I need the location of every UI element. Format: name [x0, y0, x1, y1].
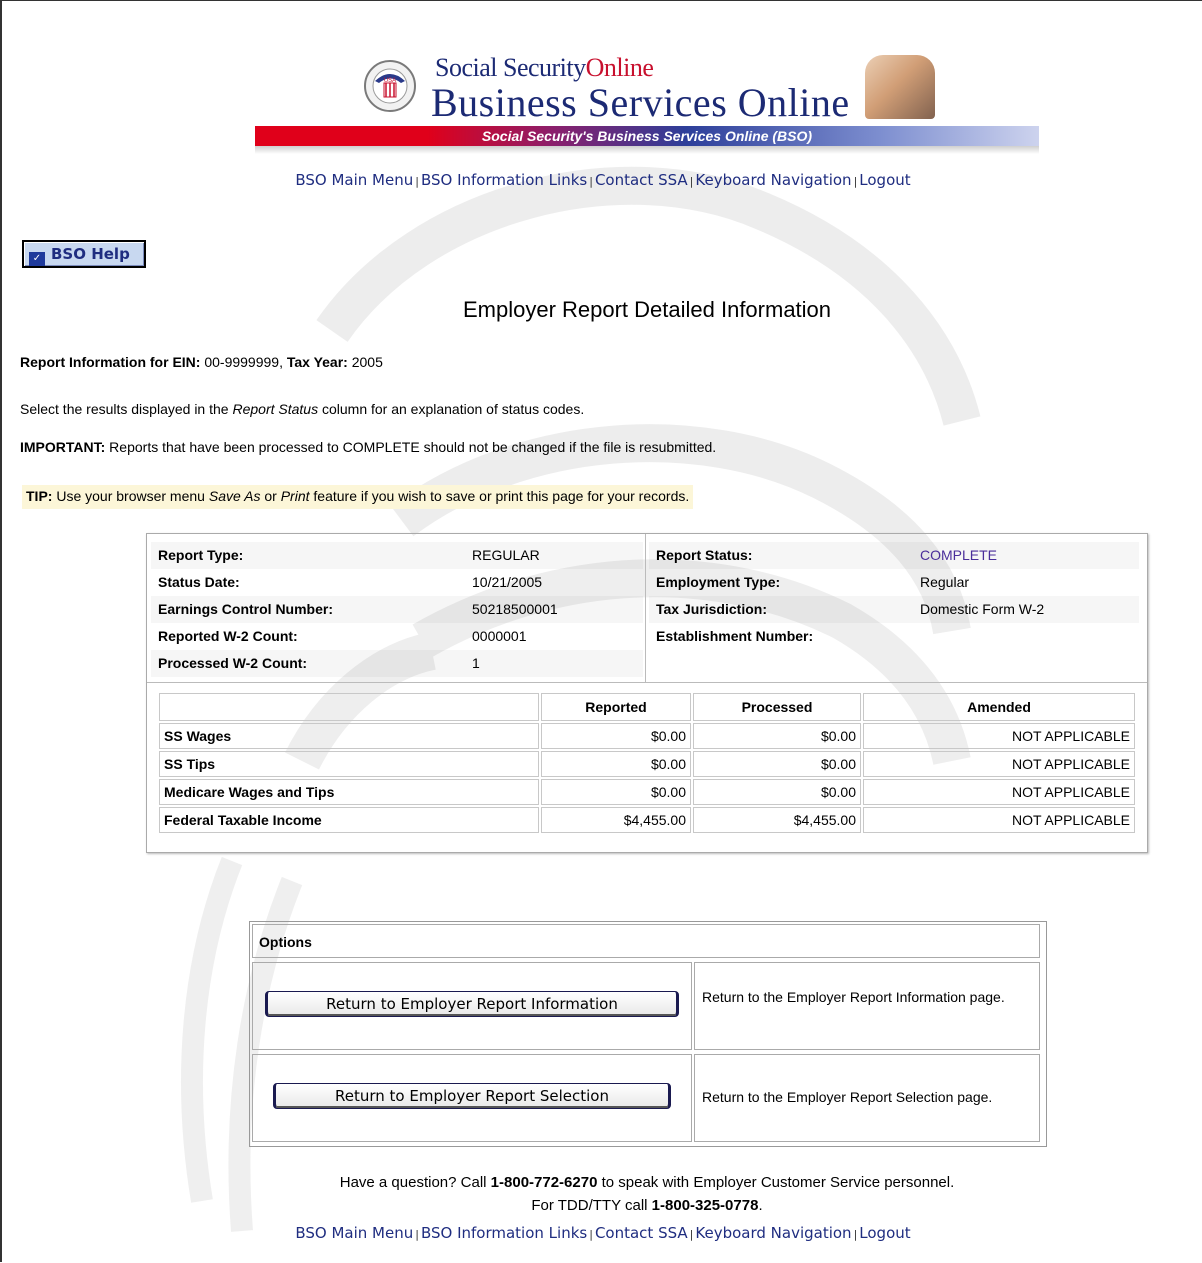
tip-notice: TIP: Use your browser menu Save As or Pr… [22, 485, 694, 509]
report-status-link[interactable]: COMPLETE [920, 542, 997, 569]
nav-logout[interactable]: Logout [859, 1224, 910, 1242]
nav-keyboard-navigation[interactable]: Keyboard Navigation [695, 171, 851, 189]
table-row: SS Wages $0.00 $0.00 NOT APPLICABLE [159, 723, 1135, 749]
return-to-report-selection-button[interactable]: Return to Employer Report Selection [273, 1083, 671, 1109]
table-header-row: Reported Processed Amended [159, 693, 1135, 721]
status-explanation-text: Select the results displayed in the Repo… [20, 401, 585, 417]
options-title: Options [252, 924, 1040, 958]
bottom-nav: BSO Main Menu | BSO Information Links | Cont… [295, 1224, 911, 1242]
customer-service-line: Have a question? Call 1-800-772-6270 to … [339, 1174, 955, 1191]
detail-row: Earnings Control Number: 50218500001 [151, 596, 643, 623]
option-description: Return to the Employer Report Informatio… [694, 962, 1040, 1050]
nav-bso-information-links[interactable]: BSO Information Links [421, 1224, 587, 1242]
tdd-line: For TDD/TTY call 1-800-325-0778. [531, 1197, 763, 1214]
table-row: Medicare Wages and Tips $0.00 $0.00 NOT … [159, 779, 1135, 805]
help-checkbox-icon: ✓ [29, 252, 45, 266]
report-info-line: Report Information for EIN: 00-9999999, … [20, 354, 383, 370]
detail-row: Report Status: COMPLETE [649, 542, 1139, 569]
col-amended: Amended [863, 693, 1135, 721]
detail-row: Processed W-2 Count: 1 [151, 650, 643, 677]
brand-business-services-online: Business Services Online [431, 80, 850, 125]
detail-row: Report Type: REGULAR [151, 542, 643, 569]
nav-bso-main-menu[interactable]: BSO Main Menu [295, 171, 413, 189]
option-description: Return to the Employer Report Selection … [694, 1054, 1040, 1142]
bso-help-button[interactable]: ✓ BSO Help [22, 240, 146, 268]
detail-row: Establishment Number: [656, 628, 814, 644]
wage-amounts-table: Reported Processed Amended SS Wages $0.0… [157, 691, 1137, 835]
report-details-panel: Report Type: REGULAR Status Date: 10/21/20… [146, 533, 1148, 853]
nav-bso-main-menu[interactable]: BSO Main Menu [295, 1224, 413, 1242]
detail-row: Tax Jurisdiction: Domestic Form W-2 [649, 596, 1139, 623]
table-row: Federal Taxable Income $4,455.00 $4,455.… [159, 807, 1135, 833]
detail-row: Employment Type: Regular [656, 574, 970, 590]
page-title: Employer Report Detailed Information [462, 297, 832, 322]
nav-logout[interactable]: Logout [859, 171, 910, 189]
detail-row: Reported W-2 Count: 0000001 [158, 628, 527, 644]
return-to-report-information-button[interactable]: Return to Employer Report Information [265, 991, 679, 1017]
options-panel: Options Return to Employer Report Inform… [249, 921, 1047, 1147]
details-left: Report Type: REGULAR Status Date: 10/21/20… [151, 542, 643, 677]
details-right: Report Status: COMPLETE Employment Type: R… [649, 542, 1139, 650]
detail-row: Status Date: 10/21/2005 [158, 574, 543, 590]
important-notice: IMPORTANT: Reports that have been proces… [20, 439, 717, 455]
col-processed: Processed [693, 693, 861, 721]
col-reported: Reported [541, 693, 691, 721]
ssa-header: USA Social SecurityOnline Business Servi… [255, 53, 1039, 161]
header-banner: Social Security's Business Services Onli… [255, 126, 1039, 146]
nav-bso-information-links[interactable]: BSO Information Links [421, 171, 587, 189]
top-nav: BSO Main Menu | BSO Information Links | Cont… [295, 171, 911, 189]
table-row: SS Tips $0.00 $0.00 NOT APPLICABLE [159, 751, 1135, 777]
svg-text:USA: USA [384, 78, 396, 84]
nav-contact-ssa[interactable]: Contact SSA [595, 171, 688, 189]
header-photo [865, 55, 935, 119]
nav-keyboard-navigation[interactable]: Keyboard Navigation [695, 1224, 851, 1242]
ssa-seal-icon: USA [364, 60, 416, 112]
nav-contact-ssa[interactable]: Contact SSA [595, 1224, 688, 1242]
